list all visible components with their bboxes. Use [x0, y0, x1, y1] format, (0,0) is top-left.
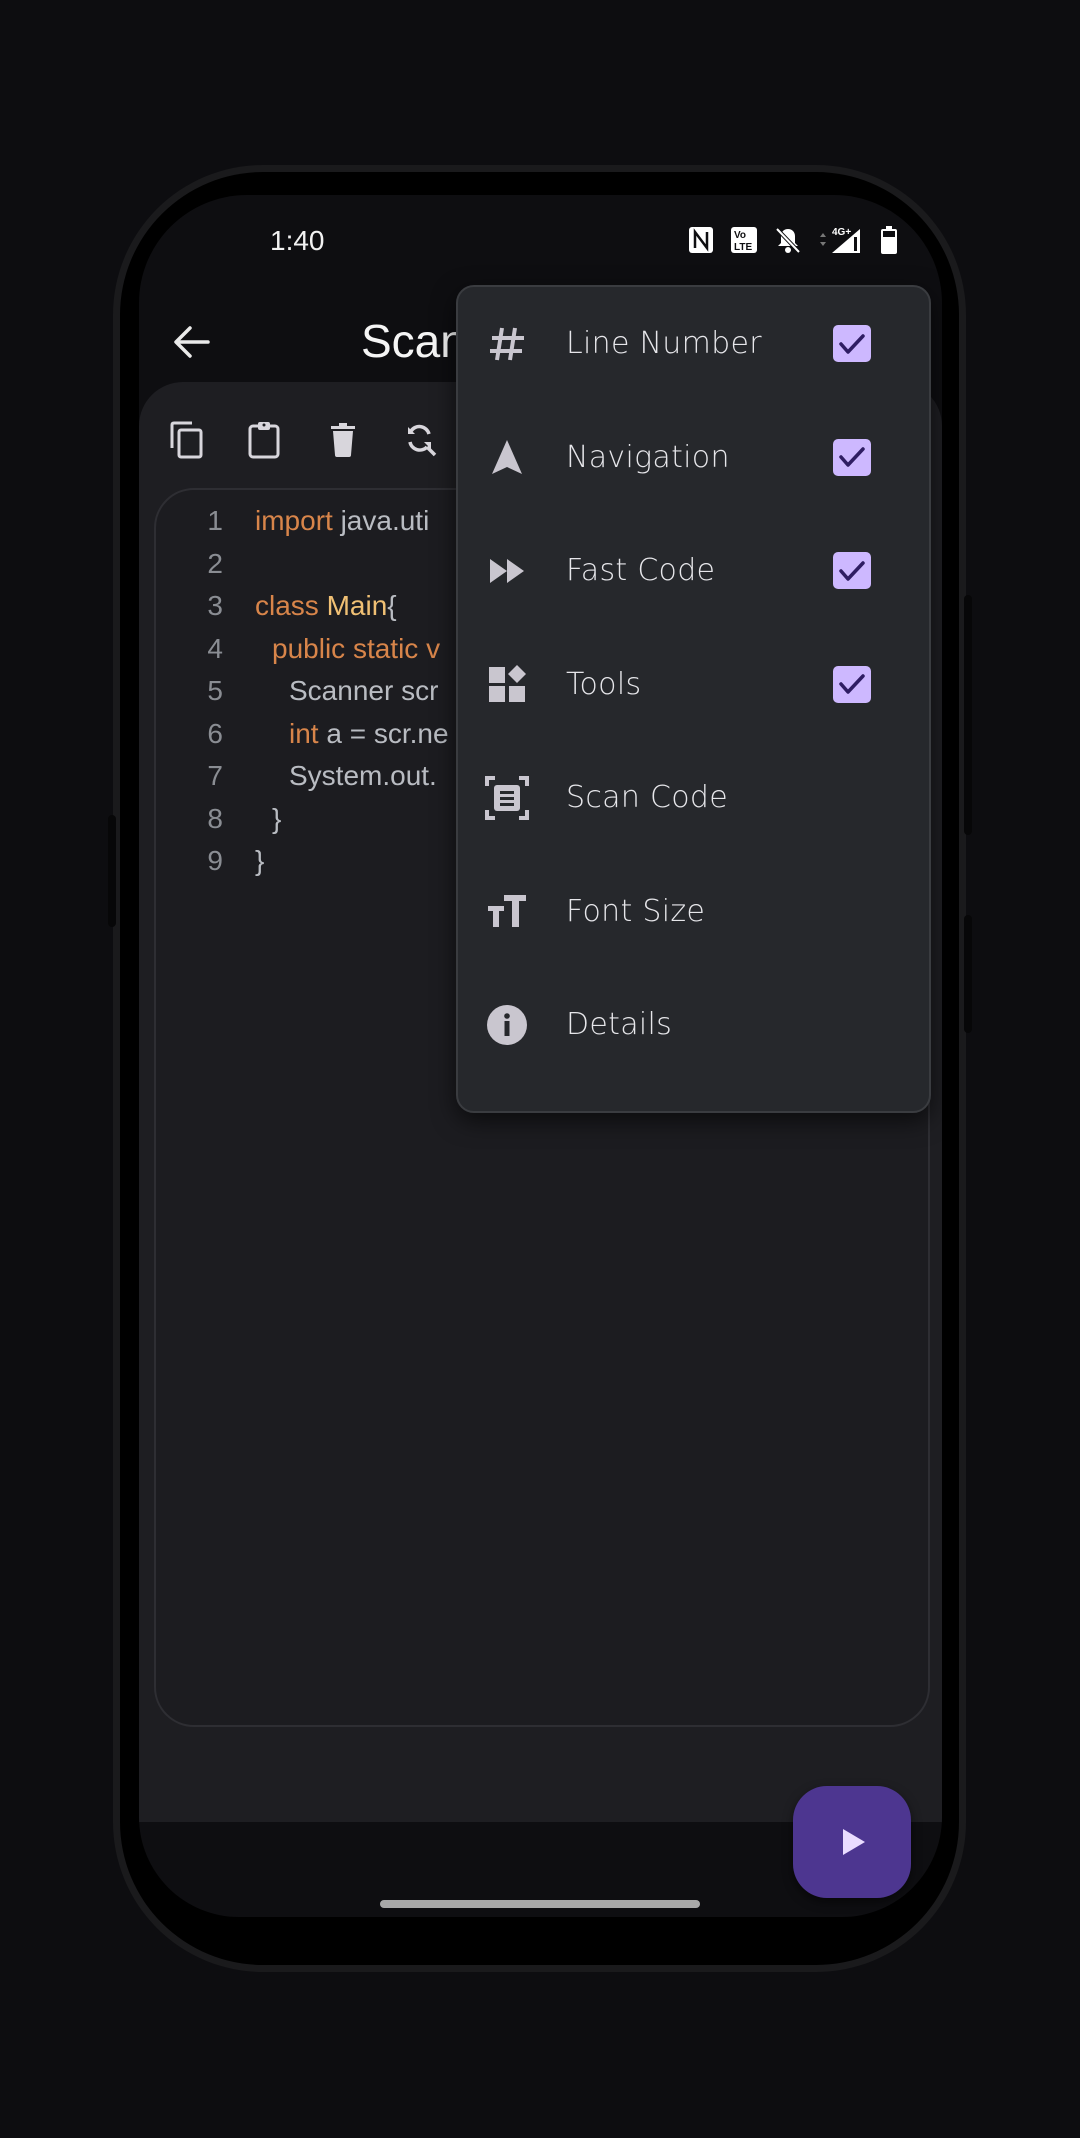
code-token: } [255, 845, 265, 876]
code-token: java.uti [332, 505, 430, 536]
menu-item-scan-code[interactable]: Scan Code [458, 741, 929, 854]
status-time: 1:40 [270, 225, 325, 256]
paste-button[interactable] [247, 420, 283, 460]
arrow-left-icon [174, 326, 210, 358]
run-button[interactable] [793, 1786, 911, 1898]
line-number: 1 [207, 505, 223, 536]
delete-button[interactable] [325, 420, 361, 460]
checkbox[interactable] [833, 552, 871, 589]
status-bar: 1:40 Vo LTE 4G+ [139, 195, 942, 290]
code-line[interactable]: 9} [156, 840, 264, 882]
code-token: } [272, 802, 282, 834]
phone-volume-up-button [964, 595, 972, 835]
phone-side-button-left [108, 815, 116, 927]
copy-icon [170, 421, 203, 459]
checkbox[interactable] [833, 665, 871, 703]
code-line[interactable]: 3 class Main{ [156, 585, 397, 627]
code-text: } [272, 803, 281, 835]
checkbox[interactable] [833, 325, 871, 362]
line-number: 4 [207, 632, 223, 664]
text-size-icon [484, 888, 530, 934]
play-icon [843, 1829, 865, 1855]
svg-text:4G+: 4G+ [832, 227, 851, 238]
editor-toolbar [169, 420, 439, 460]
code-text: } [255, 845, 264, 877]
code-token: a = scr.ne [318, 717, 449, 749]
menu-item-label: Details [566, 1007, 673, 1042]
menu-item-fast-code[interactable]: Fast Code [458, 514, 929, 627]
code-class-name: Main [326, 590, 388, 621]
code-line[interactable]: 8} [156, 798, 281, 840]
menu-item-label: Fast Code [566, 553, 716, 588]
line-number: 5 [207, 675, 223, 706]
nfc-icon [689, 227, 713, 253]
trash-icon [331, 423, 355, 457]
menu-item-tools[interactable]: Tools [458, 628, 929, 741]
find-replace-button[interactable] [403, 420, 439, 460]
fast-forward-icon [484, 548, 530, 594]
code-text: System.out. [289, 760, 437, 792]
code-text: public static v [272, 633, 440, 665]
volte-icon: VoLTE [731, 227, 757, 253]
line-number: 2 [207, 547, 223, 579]
line-number: 3 [207, 590, 223, 621]
line-number: 8 [207, 802, 223, 834]
menu-item-label: Font Size [566, 893, 706, 929]
code-line[interactable]: 2 [156, 543, 255, 585]
menu-item-label: Navigation [566, 439, 730, 475]
code-keyword: import [255, 505, 333, 536]
menu-item-label: Scan Code [566, 780, 728, 815]
code-token: System.out. [289, 760, 437, 791]
info-icon [484, 1002, 530, 1048]
svg-text:Vo: Vo [734, 230, 746, 241]
phone-volume-down-button [964, 915, 972, 1033]
line-number: 7 [207, 760, 223, 791]
checkbox[interactable] [833, 438, 871, 476]
battery-icon [881, 226, 897, 254]
bell-off-icon [775, 227, 801, 254]
checkmark-icon [839, 333, 865, 354]
hash-icon [484, 321, 530, 367]
svg-text:LTE: LTE [734, 242, 752, 253]
menu-item-details[interactable]: Details [458, 968, 929, 1081]
navigation-arrow-icon [484, 434, 530, 480]
code-text: class Main{ [255, 590, 397, 622]
checkmark-icon [839, 560, 865, 581]
status-icons: Vo LTE 4G+ [688, 225, 898, 255]
page-title: Scan [361, 315, 466, 367]
code-line[interactable]: 1 import java.uti [156, 500, 429, 542]
menu-item-font-size[interactable]: Font Size [458, 855, 929, 968]
options-menu: Line Number Navigation Fast Code Tools Scan … [456, 285, 931, 1113]
clipboard-icon [248, 422, 280, 459]
code-line[interactable]: 6 int a = scr.ne [156, 713, 449, 755]
copy-button[interactable] [169, 420, 205, 460]
checkmark-icon [839, 447, 865, 467]
find-replace-icon [408, 424, 437, 457]
code-keyword: public static v [272, 632, 441, 664]
line-number: 6 [207, 717, 223, 749]
code-text: import java.uti [255, 505, 429, 537]
code-line[interactable]: 5 Scanner scr [156, 670, 438, 712]
code-token: { [387, 590, 397, 621]
code-line[interactable]: 4 public static v [156, 628, 440, 670]
menu-item-label: Line Number [566, 326, 762, 361]
code-keyword: int [289, 717, 319, 749]
menu-item-label: Tools [566, 666, 642, 702]
code-token: Scanner scr [289, 675, 439, 706]
widgets-icon [484, 661, 530, 707]
code-text: Scanner scr [289, 675, 438, 707]
line-number: 9 [207, 845, 223, 876]
document-scanner-icon [484, 775, 530, 821]
menu-item-navigation[interactable]: Navigation [458, 401, 929, 514]
code-text: int a = scr.ne [289, 718, 449, 750]
back-button[interactable] [172, 322, 212, 362]
home-indicator[interactable] [380, 1900, 700, 1908]
signal-4g-plus-icon: 4G+ [820, 227, 860, 253]
checkmark-icon [839, 674, 865, 694]
code-line[interactable]: 7 System.out. [156, 755, 437, 797]
menu-item-line-number[interactable]: Line Number [458, 287, 929, 400]
code-keyword: class [255, 590, 327, 621]
